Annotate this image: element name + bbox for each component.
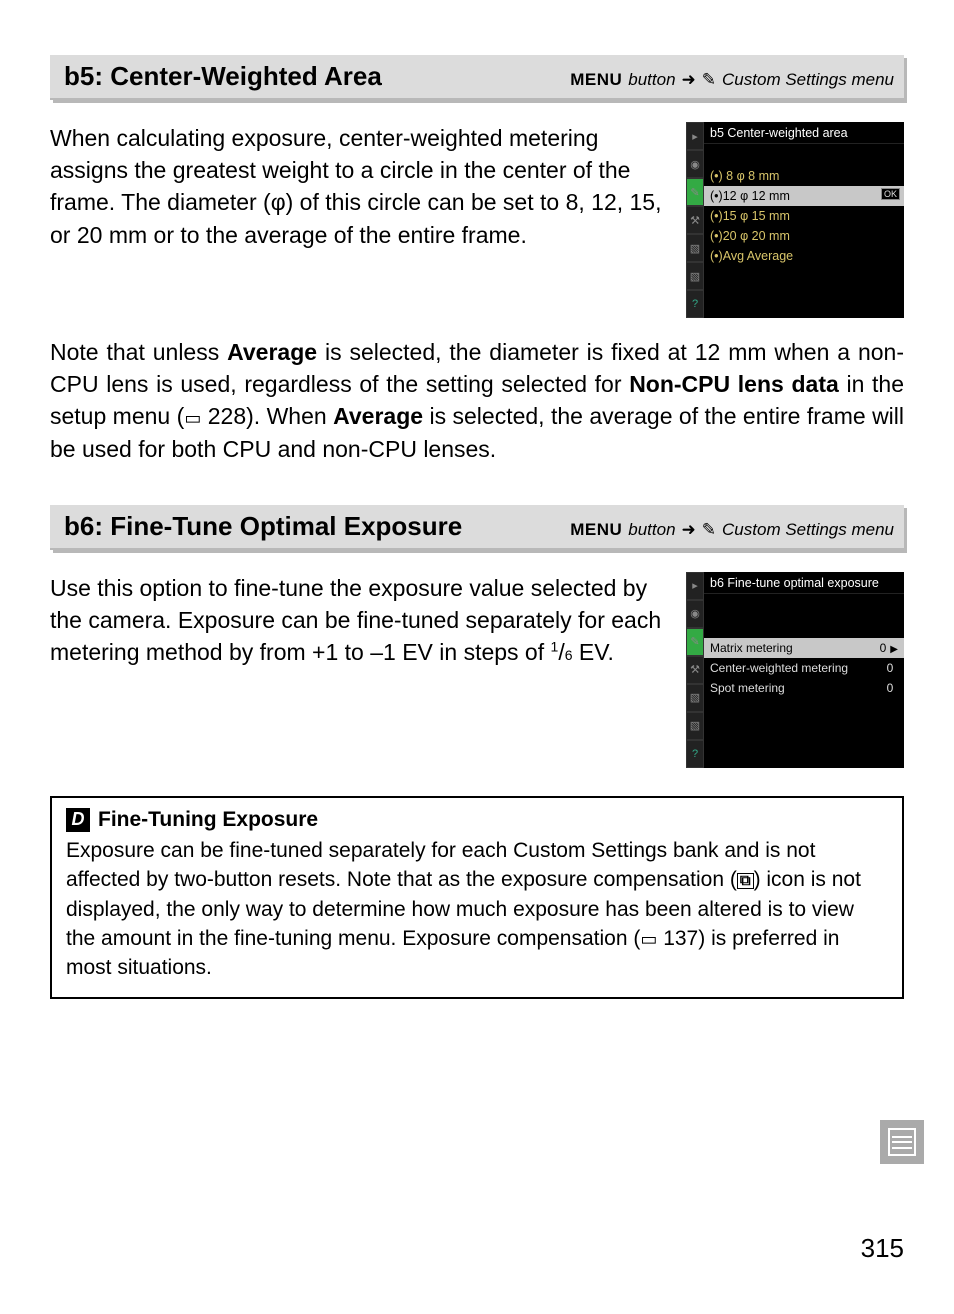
book-icon: ▭ bbox=[640, 929, 657, 949]
frac-den: 6 bbox=[565, 647, 573, 663]
b5-para2: Note that unless Average is selected, th… bbox=[50, 336, 904, 465]
section-b6-breadcrumb: MENU button ➜ ✎ Custom Settings menu bbox=[570, 520, 894, 540]
b5-para1: When calculating exposure, center-weight… bbox=[50, 122, 668, 318]
section-b6-title: b6: Fine-Tune Optimal Exposure bbox=[64, 511, 462, 542]
b6-para1: Use this option to fine-tune the exposur… bbox=[50, 572, 668, 768]
lcd-option: (•) 8 φ 8 mm bbox=[704, 166, 904, 186]
section-b6-header: b6: Fine-Tune Optimal Exposure MENU butt… bbox=[50, 505, 904, 550]
lcd-row-center: Center-weighted metering 0 bbox=[704, 658, 904, 678]
lcd-row-value: 0 bbox=[880, 641, 887, 655]
note-box: D Fine-Tuning Exposure Exposure can be f… bbox=[50, 796, 904, 999]
note-title: D Fine-Tuning Exposure bbox=[66, 808, 888, 832]
lcd-tabs: ▸ ◉ ✎ ⚒ ▧ ▧ ? bbox=[686, 122, 704, 318]
lcd-tab-icon: ⚒ bbox=[686, 206, 704, 234]
menu-name: Custom Settings menu bbox=[722, 70, 894, 90]
button-word: button bbox=[628, 70, 675, 90]
lcd-b5-main: b5 Center-weighted area (•) 8 φ 8 mm (•)… bbox=[704, 122, 904, 318]
lcd-tabs: ▸ ◉ ✎ ⚒ ▧ ▧ ? bbox=[686, 572, 704, 768]
lcd-b6-title: b6 Fine-tune optimal exposure bbox=[704, 572, 904, 594]
pencil-icon: ✎ bbox=[702, 70, 716, 90]
d-icon: D bbox=[66, 808, 90, 832]
lcd-b5: ▸ ◉ ✎ ⚒ ▧ ▧ ? b5 Center-weighted area (•… bbox=[686, 122, 904, 318]
b6-row: Use this option to fine-tune the exposur… bbox=[50, 572, 904, 768]
book-icon: ▭ bbox=[184, 408, 201, 428]
lcd-b6: ▸ ◉ ✎ ⚒ ▧ ▧ ? b6 Fine-tune optimal expos… bbox=[686, 572, 904, 768]
lcd-option: (•)15 φ 15 mm bbox=[704, 206, 904, 226]
lcd-tab-icon: ▧ bbox=[686, 234, 704, 262]
lcd-row-value: 0 bbox=[882, 661, 898, 675]
menu-label: MENU bbox=[570, 70, 622, 90]
frac-num: 1 bbox=[551, 638, 559, 654]
menu-list-icon bbox=[880, 1120, 924, 1164]
lcd-row-matrix: Matrix metering 0▶ bbox=[704, 638, 904, 658]
menu-label: MENU bbox=[570, 520, 622, 540]
lcd-tab-icon: ◉ bbox=[686, 600, 704, 628]
lcd-tab-icon: ✎ bbox=[686, 178, 704, 206]
text: Note that unless bbox=[50, 339, 227, 365]
lcd-tab-icon: ▸ bbox=[686, 572, 704, 600]
pencil-icon: ✎ bbox=[702, 520, 716, 540]
lcd-row-spot: Spot metering 0 bbox=[704, 678, 904, 698]
bold-average: Average bbox=[227, 339, 317, 365]
menu-name: Custom Settings menu bbox=[722, 520, 894, 540]
lcd-tab-icon: ▧ bbox=[686, 712, 704, 740]
button-word: button bbox=[628, 520, 675, 540]
lcd-option: (•)20 φ 20 mm bbox=[704, 226, 904, 246]
lcd-tab-icon: ▧ bbox=[686, 684, 704, 712]
section-b5-header: b5: Center-Weighted Area MENU button ➜ ✎… bbox=[50, 55, 904, 100]
triangle-icon: ▶ bbox=[890, 644, 898, 655]
bold-average: Average bbox=[333, 403, 423, 429]
text: ). When bbox=[246, 403, 333, 429]
page-number: 315 bbox=[861, 1233, 904, 1264]
page-ref: 228 bbox=[208, 403, 246, 429]
text: Exposure can be fine-tuned separately fo… bbox=[66, 839, 815, 891]
lcd-option: (•)Avg Average bbox=[704, 246, 904, 266]
lcd-tab-icon: ? bbox=[686, 290, 704, 318]
lcd-b6-main: b6 Fine-tune optimal exposure Matrix met… bbox=[704, 572, 904, 768]
lcd-tab-icon: ▸ bbox=[686, 122, 704, 150]
lcd-row-label: Matrix metering bbox=[710, 641, 793, 655]
note-body: Exposure can be fine-tuned separately fo… bbox=[66, 836, 888, 983]
lcd-option-selected: (•)12 φ 12 mm OK bbox=[704, 186, 904, 206]
lcd-tab-icon: ▧ bbox=[686, 262, 704, 290]
lcd-b5-title: b5 Center-weighted area bbox=[704, 122, 904, 144]
note-title-text: Fine-Tuning Exposure bbox=[98, 808, 318, 832]
exposure-comp-icon: ⧉ bbox=[737, 873, 754, 889]
bold-noncpu: Non-CPU lens data bbox=[629, 371, 839, 397]
lcd-tab-icon: ⚒ bbox=[686, 656, 704, 684]
lcd-tab-icon: ? bbox=[686, 740, 704, 768]
fraction: 1/6 bbox=[551, 639, 573, 665]
lcd-row-label: Center-weighted metering bbox=[710, 661, 848, 675]
lcd-row-value: 0 bbox=[882, 681, 898, 695]
lcd-tab-icon: ◉ bbox=[686, 150, 704, 178]
arrow-icon: ➜ bbox=[682, 70, 696, 90]
section-b5-title: b5: Center-Weighted Area bbox=[64, 61, 382, 92]
lcd-tab-icon: ✎ bbox=[686, 628, 704, 656]
text: EV. bbox=[573, 639, 614, 665]
ok-badge: OK bbox=[881, 188, 900, 200]
section-b5-breadcrumb: MENU button ➜ ✎ Custom Settings menu bbox=[570, 70, 894, 90]
lcd-option-label: (•)12 φ 12 mm bbox=[710, 189, 790, 203]
arrow-icon: ➜ bbox=[682, 520, 696, 540]
b5-row: When calculating exposure, center-weight… bbox=[50, 122, 904, 318]
page-ref: 137 bbox=[663, 927, 698, 950]
lcd-row-label: Spot metering bbox=[710, 681, 785, 695]
